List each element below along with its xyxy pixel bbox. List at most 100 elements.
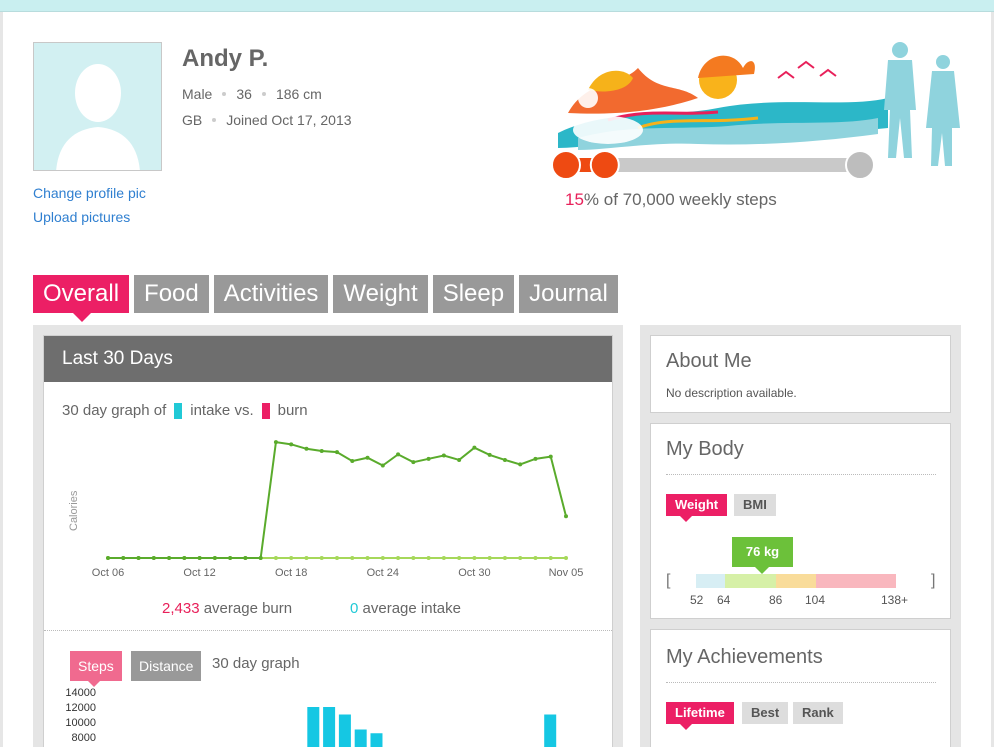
tab-journal[interactable]: Journal [519,275,618,313]
weight-scale-label: 104 [805,593,826,607]
avatar[interactable] [33,42,162,171]
profile-meta-line2: GB Joined Oct 17, 2013 [182,112,352,128]
chart-point [228,556,233,560]
chart-point [533,556,538,560]
chart-point [564,556,568,560]
separator-dot [222,92,227,96]
top-strip [0,0,994,12]
banner-artwork [558,55,888,150]
tab-weight[interactable]: Weight [333,275,428,313]
change-profile-pic-link[interactable]: Change profile pic [33,185,146,201]
weight-scale-label: 138+ [881,593,909,607]
chart-point [121,556,126,560]
chart-point [411,556,416,560]
steps-banner-illustration [551,42,960,180]
weight-scale-segment [696,574,725,588]
weight-scale-label: 64 [717,593,731,607]
intake-label: intake vs. [190,402,254,419]
tab-activities[interactable]: Activities [213,275,329,313]
section-divider [666,682,936,683]
steps-suffix: % of 70,000 weekly steps [583,190,777,209]
chart-point [472,445,477,450]
chart-x-tick-label: Oct 30 [458,567,490,579]
scale-bracket-right-icon: ] [931,572,936,589]
chart-point [258,556,263,560]
chart-x-tick-label: Oct 06 [92,567,124,579]
steps-bar [354,729,367,747]
chart-y-tick-label: 14000 [65,687,96,699]
chart-x-tick-label: Oct 24 [367,567,399,579]
steps-bar [307,707,320,747]
chart-y-tick-label: 10000 [65,717,96,729]
average-burn-value: 2,433 [162,600,200,617]
average-intake: 0 average intake [350,600,461,617]
average-intake-label: average intake [362,600,461,617]
tab-food[interactable]: Food [134,275,209,313]
chart-point [243,556,248,560]
my-body-title: My Body [666,438,744,460]
chart-point [426,556,431,560]
chart-point [548,556,553,560]
steps-bar [544,714,557,747]
distance-toggle-button[interactable]: Distance [131,651,202,681]
bmi-toggle-button[interactable]: BMI [734,494,776,516]
profile-gender: Male [182,86,213,102]
chart-point [548,454,553,459]
scale-bracket-left-icon: [ [666,572,671,589]
weekly-steps-text: 15% of 70,000 weekly steps [565,190,777,210]
chart-point [350,459,355,464]
weight-scale-segment [816,574,896,588]
chart-point [518,462,523,467]
weight-toggle-button[interactable]: Weight [666,494,728,522]
burn-label: burn [277,402,308,419]
chart-point [167,556,172,560]
about-me-text: No description available. [666,386,797,400]
chart-point [502,556,507,560]
chart-point [151,556,156,560]
panel-title: Last 30 Days [44,336,612,382]
profile-age: 36 [236,86,252,102]
chart-point [518,556,523,560]
chart-point [273,556,278,560]
chart-point [502,457,507,462]
section-divider [666,474,936,475]
chart-point [106,556,110,560]
about-me-title: About Me [666,350,752,372]
lifetime-toggle-button[interactable]: Lifetime [666,702,734,730]
upload-pictures-link[interactable]: Upload pictures [33,209,130,225]
rank-toggle-button[interactable]: Rank [793,702,843,724]
tab-sleep[interactable]: Sleep [432,275,515,313]
chart-point [289,442,294,447]
page-frame-left [0,12,3,747]
weight-scale-label: 86 [769,593,783,607]
chart-point [365,455,370,460]
chart-point [457,457,462,462]
steps-bar [338,714,351,747]
chart-point [365,556,370,560]
profile-height: 186 cm [275,86,322,102]
current-weight-badge: 76 kg [732,537,793,574]
tab-overall[interactable]: Overall [33,275,130,322]
profile-meta-line1: Male 36 186 cm [182,86,322,102]
last-30-days-panel: Last 30 Days 30 day graph of intake vs. … [43,335,613,747]
chart-ylabel: Calories [68,490,80,531]
steps-percent: 15 [565,190,584,209]
chart-point [441,453,446,458]
chart-point [319,556,324,560]
average-burn: 2,433 average burn [162,600,292,617]
chart-point [441,556,446,560]
separator-dot [212,118,217,122]
chart-point [380,556,385,560]
steps-bar-chart: 14000 12000 10000 8000 [65,687,557,747]
chart-x-tick-label: Oct 12 [183,567,215,579]
intake-swatch-icon [174,402,183,419]
steps-graph-label: 30 day graph [212,655,300,672]
chart-point [396,556,401,560]
best-toggle-button[interactable]: Best [742,702,789,724]
burn-series-line [108,440,567,559]
chart-point [472,556,477,560]
steps-toggle-button[interactable]: Steps [70,651,122,687]
my-body-box: My Body Weight BMI 76 kg [ ] 52 64 86 10… [650,423,951,619]
chart-y-tick-label: 8000 [72,732,96,744]
chart-point [380,463,385,468]
